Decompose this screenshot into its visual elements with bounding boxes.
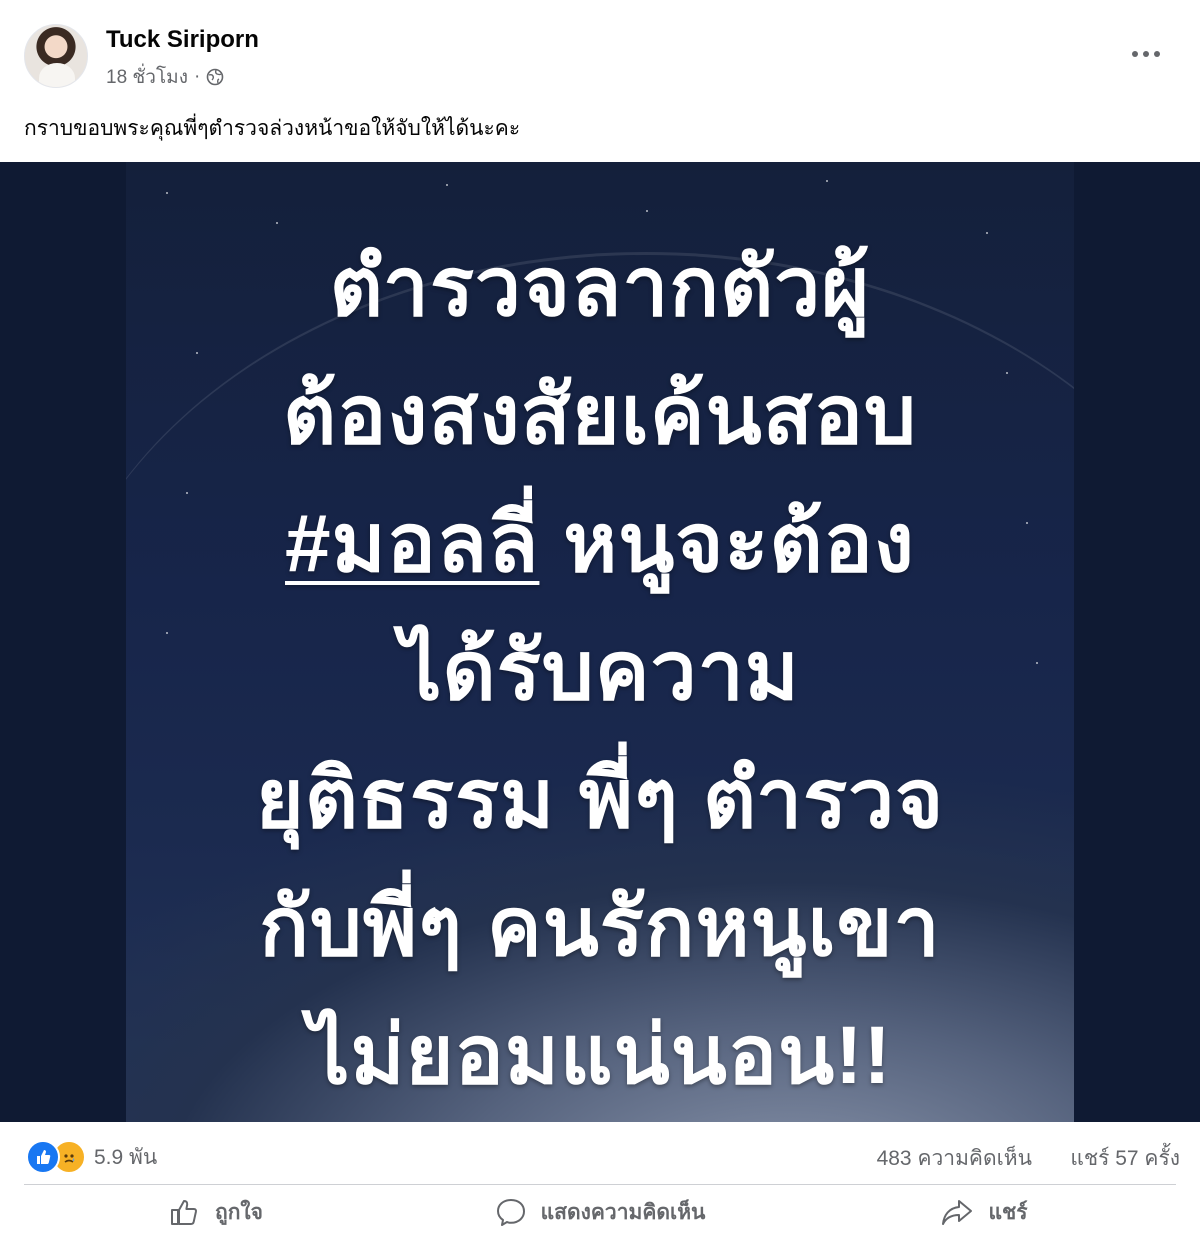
post-meta: 18 ชั่วโมง · <box>106 62 224 92</box>
image-text-line: #มอลลี่ หนูจะต้อง <box>126 480 1074 608</box>
like-button-label: ถูกใจ <box>215 1200 263 1224</box>
image-frame: ตำรวจลากตัวผู้ ต้องสงสัยเค้นสอบ #มอลลี่ … <box>126 162 1074 1122</box>
comment-button[interactable]: แสดงความคิดเห็น <box>408 1186 792 1238</box>
image-hashtag: #มอลลี่ <box>285 498 540 589</box>
reaction-count: 5.9 พัน <box>94 1145 158 1169</box>
post-header: Tuck Siriporn 18 ชั่วโมง · กราบขอบพระคุณ… <box>0 0 1200 160</box>
image-text: ตำรวจลากตัวผู้ ต้องสงสัยเค้นสอบ #มอลลี่ … <box>126 224 1074 1120</box>
share-arrow-icon <box>942 1200 973 1225</box>
share-button[interactable]: แชร์ <box>792 1186 1176 1238</box>
facebook-post: Tuck Siriporn 18 ชั่วโมง · กราบขอบพระคุณ… <box>0 0 1200 1246</box>
star <box>646 210 648 212</box>
post-actions: ถูกใจ แสดงความคิดเห็น แชร์ <box>24 1186 1176 1238</box>
star <box>446 184 448 186</box>
post-time[interactable]: 18 ชั่วโมง <box>106 62 188 92</box>
post-image[interactable]: ตำรวจลากตัวผู้ ต้องสงสัยเค้นสอบ #มอลลี่ … <box>0 162 1200 1122</box>
like-outline-icon <box>171 1200 197 1225</box>
actions-divider <box>24 1184 1176 1185</box>
image-text-line: ยุติธรรม พี่ๆ ตำรวจ <box>255 754 945 845</box>
image-text-fragment: หนูจะต้อง <box>563 498 915 589</box>
like-button[interactable]: ถูกใจ <box>24 1186 408 1238</box>
comment-button-label: แสดงความคิดเห็น <box>540 1200 706 1224</box>
more-horizontal-icon <box>1132 51 1160 57</box>
avatar-figure <box>39 63 75 87</box>
post-caption: กราบขอบพระคุณพี่ๆตำรวจล่วงหน้าขอให้จับให… <box>24 117 521 140</box>
globe-icon[interactable] <box>206 68 224 86</box>
image-text-line: ต้องสงสัยเค้นสอบ <box>282 370 917 461</box>
comment-bubble-icon <box>496 1199 525 1226</box>
comment-count-link[interactable]: 483 ความคิดเห็น <box>877 1142 1032 1175</box>
share-button-label: แชร์ <box>988 1200 1028 1224</box>
star <box>166 192 168 194</box>
image-text-line: ไม่ยอมแน่นอน!! <box>308 1010 892 1101</box>
meta-separator: · <box>193 66 201 87</box>
author-avatar[interactable] <box>24 24 88 88</box>
share-count-link[interactable]: แชร์ 57 ครั้ง <box>1070 1142 1180 1175</box>
image-text-line: ได้รับความ <box>400 626 800 717</box>
image-text-line: กับพี่ๆ คนรักหนูเขา <box>259 882 941 973</box>
more-options-button[interactable] <box>1126 36 1166 72</box>
reactions-summary[interactable]: 5.9 พัน <box>26 1140 157 1174</box>
star <box>826 180 828 182</box>
image-text-line: ตำรวจลากตัวผู้ <box>329 242 871 333</box>
like-icon <box>26 1140 60 1174</box>
author-name[interactable]: Tuck Siriporn <box>106 26 259 54</box>
post-stats: 5.9 พัน 483 ความคิดเห็น แชร์ 57 ครั้ง <box>0 1122 1200 1186</box>
